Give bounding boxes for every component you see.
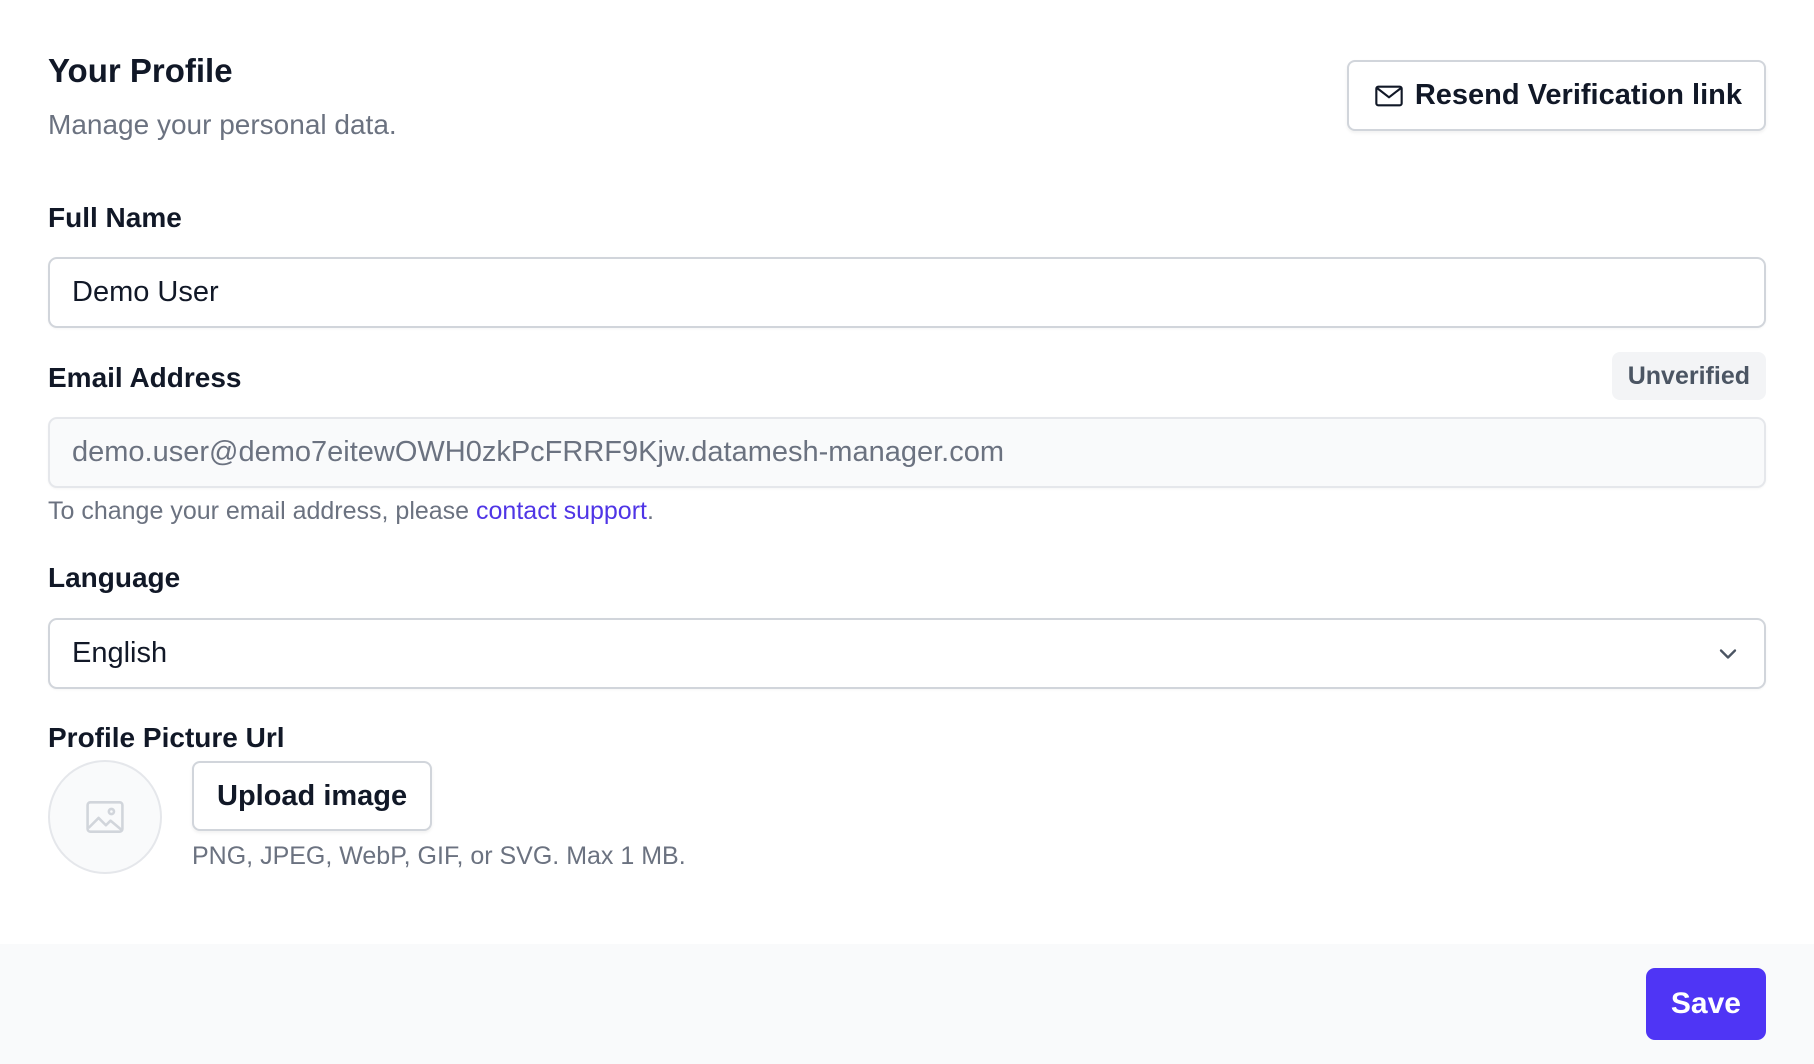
full-name-input[interactable]: Demo User — [48, 257, 1766, 328]
profile-picture-label: Profile Picture Url — [48, 722, 285, 753]
status-badge: Unverified — [1611, 352, 1766, 400]
email-help-suffix: . — [646, 497, 654, 525]
chevron-down-icon — [1719, 648, 1737, 659]
email-help-text: To change your email address, please con… — [48, 497, 654, 526]
language-select[interactable]: English — [48, 618, 1766, 689]
full-name-label: Full Name — [48, 202, 182, 233]
upload-hint: PNG, JPEG, WebP, GIF, or SVG. Max 1 MB. — [192, 842, 686, 870]
upload-image-button[interactable]: Upload image — [192, 761, 433, 831]
resend-verification-button[interactable]: Resend Verification link — [1346, 60, 1766, 131]
avatar — [48, 760, 162, 874]
profile-header: Your Profile Manage your personal data. … — [48, 0, 1766, 150]
language-label: Language — [48, 562, 181, 593]
email-help-prefix: To change your email address, please — [48, 497, 477, 525]
profile-form: Your Profile Manage your personal data. … — [48, 0, 1766, 874]
email-field: demo.user@demo7eitewOWH0zkPcFRRF9Kjw.dat… — [48, 417, 1766, 488]
save-button[interactable]: Save — [1645, 968, 1766, 1040]
image-icon — [86, 801, 124, 833]
profile-card: Your Profile Manage your personal data. … — [0, 0, 1814, 1064]
page-title: Your Profile — [48, 52, 233, 89]
resend-verification-label: Resend Verification link — [1414, 79, 1742, 111]
page-subtitle: Manage your personal data. — [48, 109, 397, 140]
contact-support-link[interactable]: contact support — [476, 497, 647, 525]
envelope-icon — [1375, 85, 1403, 106]
form-footer: Save — [0, 944, 1814, 1064]
email-label: Email Address — [48, 362, 242, 393]
language-selected-value: English — [72, 637, 168, 669]
